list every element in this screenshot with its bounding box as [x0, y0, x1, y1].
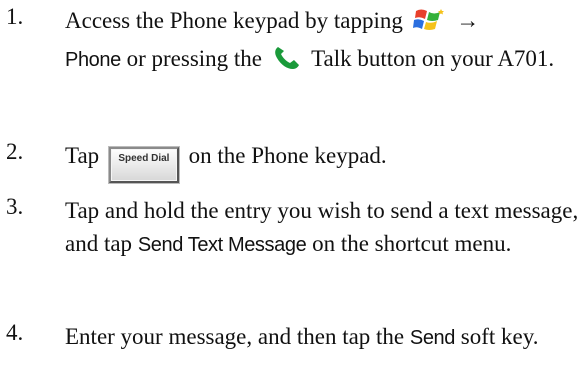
step-text: Tap and hold the entry you wish to send …: [65, 194, 586, 262]
step-2-text-b: on the Phone keypad.: [188, 143, 387, 168]
arrow: →: [456, 8, 480, 33]
step-text: Tap Speed Dial on the Phone keypad.: [65, 139, 586, 184]
step-number: 1.: [6, 4, 24, 29]
step-2-text-a: Tap: [65, 143, 100, 168]
speed-dial-button[interactable]: Speed Dial: [107, 146, 180, 184]
step-3-text-b: on the shortcut menu.: [312, 231, 512, 256]
step-1-text-c: Talk button on your A701.: [311, 46, 555, 71]
send-text-message-label: Send Text Message: [137, 234, 307, 256]
step-number: 3.: [6, 194, 24, 219]
send-soft-key-label: Send: [409, 327, 456, 349]
step-number: 4.: [6, 320, 24, 345]
step-text: Enter your message, and then tap the Sen…: [65, 320, 586, 355]
step-text: Access the Phone keypad by tapping → Pho…: [65, 4, 586, 80]
phone-ui-label: Phone: [65, 49, 121, 71]
step-1-text-b: or pressing the: [126, 46, 263, 71]
step-4-text-b: soft key.: [460, 324, 539, 349]
step-4-text-a: Enter your message, and then tap the: [65, 324, 405, 349]
windows-start-icon: [412, 7, 447, 42]
phone-talk-icon: [272, 45, 302, 80]
step-number: 2.: [6, 139, 24, 164]
step-1-text-a: Access the Phone keypad by tapping: [65, 8, 403, 33]
